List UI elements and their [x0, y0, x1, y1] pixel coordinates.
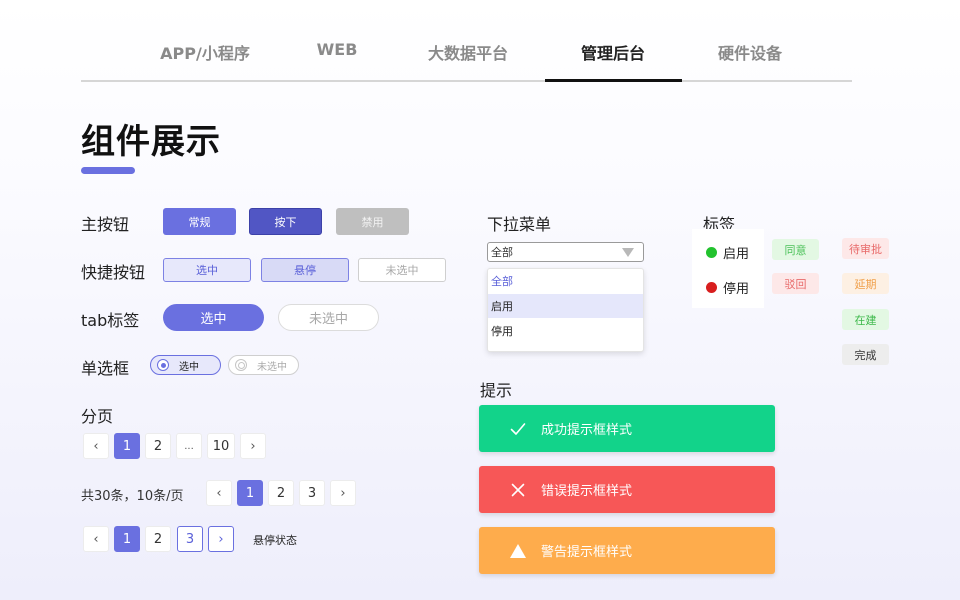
pager-page-2[interactable]: 2: [268, 480, 294, 506]
pager-hover-caption: 悬停状态: [253, 534, 297, 547]
pager-summary: 共30条，10条/页: [81, 489, 184, 504]
alert-error-text: 错误提示框样式: [541, 484, 633, 499]
pager-page-2[interactable]: 2: [145, 526, 171, 552]
primary-buttons-label: 主按钮: [81, 215, 130, 234]
chevron-left-icon: ‹: [93, 531, 99, 547]
dropdown-option-all[interactable]: 全部: [488, 269, 643, 294]
shortcut-buttons-label: 快捷按钮: [81, 263, 146, 282]
alert-warning-text: 警告提示框样式: [541, 545, 633, 560]
radio-unchecked-icon: [235, 359, 247, 371]
status-disabled-label: 停用: [723, 282, 750, 297]
pager-ellipsis[interactable]: ...: [176, 433, 202, 459]
pager-next-button[interactable]: ›: [330, 480, 356, 506]
shortcut-button-selected[interactable]: 选中: [163, 258, 251, 282]
pager-page-3[interactable]: 3: [299, 480, 325, 506]
primary-button-disabled: 禁用: [336, 208, 409, 235]
tab-pill-selected[interactable]: 选中: [163, 304, 264, 331]
alerts-label: 提示: [480, 381, 513, 400]
chevron-right-icon: ›: [340, 485, 346, 501]
chevron-left-icon: ‹: [216, 485, 222, 501]
dropdown-option-enabled[interactable]: 启用: [488, 293, 643, 319]
pager-prev-button[interactable]: ‹: [83, 526, 109, 552]
radio-selected-label: 选中: [179, 361, 199, 373]
alert-warning: 警告提示框样式: [479, 527, 775, 574]
check-icon: [508, 419, 528, 439]
primary-button-pressed[interactable]: 按下: [249, 208, 322, 235]
pager-page-2[interactable]: 2: [145, 433, 171, 459]
red-dot-icon: [706, 282, 717, 293]
title-accent-bar: [81, 167, 135, 174]
dropdown-menu: 全部 启用 停用: [487, 268, 644, 352]
radio-selected[interactable]: 选中: [150, 355, 221, 375]
pager-next-button-hover[interactable]: ›: [208, 526, 234, 552]
pager-page-1[interactable]: 1: [237, 480, 263, 506]
nav-divider: [81, 80, 852, 82]
close-icon: [508, 480, 528, 500]
dropdown-label: 下拉菜单: [487, 215, 552, 234]
dropdown-select[interactable]: 全部: [487, 242, 644, 262]
pager-page-1[interactable]: 1: [114, 433, 140, 459]
status-enabled-label: 启用: [723, 247, 750, 262]
radio-unselected-label: 未选中: [257, 361, 287, 373]
nav-tab-web[interactable]: WEB: [307, 40, 367, 66]
tag-approve: 同意: [772, 239, 819, 260]
nav-tab-admin[interactable]: 管理后台: [568, 40, 658, 66]
pager-prev-button[interactable]: ‹: [206, 480, 232, 506]
pager-page-1[interactable]: 1: [114, 526, 140, 552]
tab-tags-label: tab标签: [81, 311, 140, 330]
status-enabled: 启用: [706, 243, 749, 262]
alert-error: 错误提示框样式: [479, 466, 775, 513]
tag-reject: 驳回: [772, 273, 819, 294]
pager-page-10[interactable]: 10: [207, 433, 235, 459]
tab-pill-unselected[interactable]: 未选中: [278, 304, 379, 331]
nav-tab-hardware[interactable]: 硬件设备: [705, 40, 795, 66]
dropdown-value: 全部: [491, 246, 513, 259]
nav-tab-big-data[interactable]: 大数据平台: [420, 40, 516, 66]
pager-next-button[interactable]: ›: [240, 433, 266, 459]
page-title: 组件展示: [81, 122, 221, 162]
pagination-label: 分页: [81, 407, 114, 426]
green-dot-icon: [706, 247, 717, 258]
status-disabled: 停用: [706, 278, 749, 297]
chevron-right-icon: ›: [218, 531, 224, 547]
nav-tab-app[interactable]: APP/小程序: [156, 40, 254, 66]
caret-down-icon: [622, 248, 634, 257]
radio-label: 单选框: [81, 359, 130, 378]
warning-icon: [508, 541, 528, 561]
alert-success: 成功提示框样式: [479, 405, 775, 452]
shortcut-button-unselected[interactable]: 未选中: [358, 258, 446, 282]
tag-delayed: 延期: [842, 273, 889, 294]
nav-active-underline: [545, 79, 682, 82]
primary-button-normal[interactable]: 常规: [163, 208, 236, 235]
tag-pending: 待审批: [842, 238, 889, 259]
dropdown-option-disabled[interactable]: 停用: [488, 318, 643, 343]
pager-page-3-hover[interactable]: 3: [177, 526, 203, 552]
tag-building: 在建: [842, 309, 889, 330]
radio-unselected[interactable]: 未选中: [228, 355, 299, 375]
tag-done: 完成: [842, 344, 889, 365]
chevron-right-icon: ›: [250, 438, 256, 454]
chevron-left-icon: ‹: [93, 438, 99, 454]
radio-checked-icon: [157, 359, 169, 371]
alert-success-text: 成功提示框样式: [541, 423, 633, 438]
pager-prev-button[interactable]: ‹: [83, 433, 109, 459]
shortcut-button-hover[interactable]: 悬停: [261, 258, 349, 282]
